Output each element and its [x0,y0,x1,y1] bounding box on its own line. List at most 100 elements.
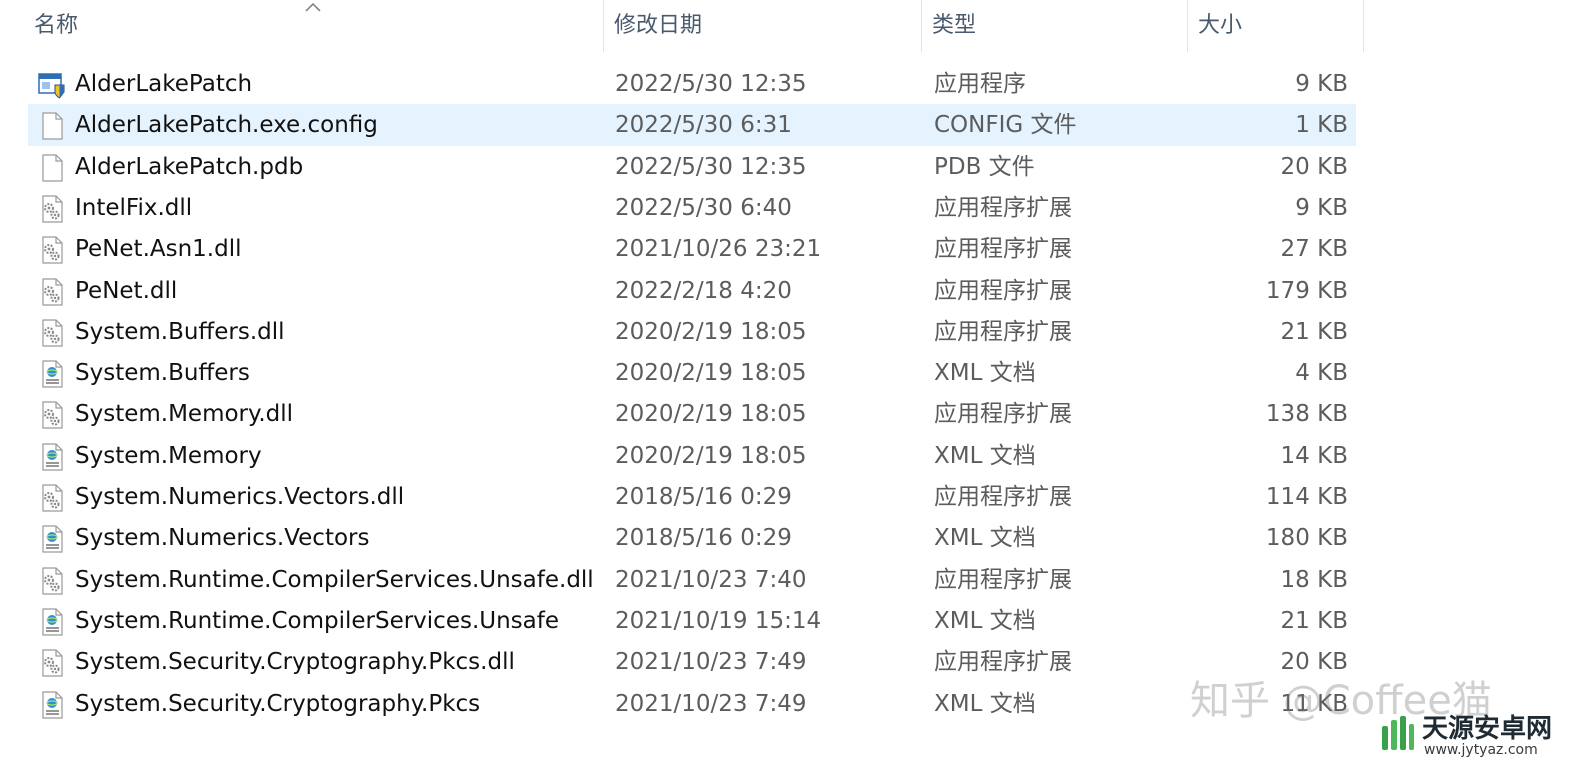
file-name: AlderLakePatch.pdb [75,153,304,180]
file-size: 9 KB [1295,194,1348,221]
file-modified-date: 2020/2/19 18:05 [615,360,807,387]
file-type: 应用程序 [934,71,1026,97]
file-row[interactable]: IntelFix.dll 2022/5/30 6:40 应用程序扩展 9 KB [28,187,1356,229]
file-name: System.Buffers.dll [75,318,285,345]
column-header-size-label: 大小 [1198,13,1243,38]
file-type: 应用程序扩展 [934,277,1072,304]
file-name: AlderLakePatch.exe.config [75,112,378,139]
file-size: 180 KB [1265,525,1348,552]
file-type: 应用程序扩展 [934,566,1072,593]
file-type: 应用程序扩展 [934,484,1072,510]
site-logo-icon [1382,716,1414,750]
file-name: System.Runtime.CompilerServices.Unsafe [75,607,560,634]
file-modified-date: 2018/5/16 0:29 [615,525,792,552]
file-type: 应用程序扩展 [934,194,1072,221]
file-name: System.Numerics.Vectors.dll [75,484,405,510]
file-row[interactable]: System.Buffers.dll 2020/2/19 18:05 应用程序扩展 2… [28,311,1356,353]
file-size: 27 KB [1280,236,1348,263]
file-size: 18 KB [1280,566,1348,593]
file-name: PeNet.Asn1.dll [75,236,242,263]
dll-file-icon [38,277,66,306]
file-row[interactable]: PeNet.Asn1.dll 2021/10/26 23:21 应用程序扩展 27 K… [28,228,1356,270]
file-modified-date: 2021/10/23 7:49 [615,649,807,676]
column-header-date-label: 修改日期 [614,13,703,38]
file-modified-date: 2021/10/19 15:14 [615,607,822,634]
file-type: 应用程序扩展 [934,318,1072,345]
file-type: XML 文档 [934,442,1036,469]
file-size: 179 KB [1265,277,1348,304]
file-modified-date: 2020/2/19 18:05 [615,442,807,469]
xml-document-icon [38,360,66,388]
file-row[interactable]: System.Numerics.Vectors.dll 2018/5/16 0:2… [28,476,1356,518]
dll-file-icon [38,566,66,595]
blank-file-icon [38,153,66,182]
file-name: System.Numerics.Vectors [75,525,370,552]
file-row[interactable]: System.Numerics.Vectors 2018/5/16 0:29 XML… [28,517,1356,559]
file-type: 应用程序扩展 [934,649,1072,676]
file-modified-date: 2021/10/23 7:49 [615,690,807,717]
file-type: 应用程序扩展 [934,401,1072,428]
file-size: 14 KB [1280,442,1348,469]
file-row[interactable]: System.Memory.dll 2020/2/19 18:05 应用程序扩展 13… [28,393,1356,435]
file-type: 应用程序扩展 [934,236,1072,263]
file-name: System.Memory [75,442,262,469]
site-watermark-name: 天源安卓网 [1422,714,1553,744]
xml-document-icon [38,443,66,471]
file-name: PeNet.dll [75,277,178,304]
file-row[interactable]: System.Runtime.CompilerServices.Unsafe 20… [28,600,1356,642]
file-size: 114 KB [1265,484,1348,510]
file-size: 9 KB [1295,71,1348,97]
file-modified-date: 2022/5/30 12:35 [615,153,807,180]
file-modified-date: 2021/10/26 23:21 [615,236,822,263]
column-header-type-label: 类型 [932,13,977,38]
blank-file-icon [38,112,66,140]
file-modified-date: 2022/5/30 12:35 [615,71,807,97]
file-size: 21 KB [1280,318,1348,345]
file-type: XML 文档 [934,690,1036,717]
file-modified-date: 2022/5/30 6:40 [615,194,792,221]
xml-document-icon [38,608,66,636]
column-header-date[interactable]: 修改日期 [604,0,922,52]
column-header-size[interactable]: 大小 [1188,0,1364,52]
file-row[interactable]: System.Security.Cryptography.Pkcs 2021/10… [28,683,1356,725]
dll-file-icon [38,195,66,223]
file-type: CONFIG 文件 [934,112,1077,139]
dll-file-icon [38,319,66,347]
file-row[interactable]: System.Security.Cryptography.Pkcs.dll 202… [28,641,1356,683]
file-modified-date: 2018/5/16 0:29 [615,484,792,510]
file-row[interactable]: System.Runtime.CompilerServices.Unsafe.d… [28,559,1356,601]
file-modified-date: 2020/2/19 18:05 [615,318,807,345]
file-modified-date: 2022/2/18 4:20 [615,277,792,304]
column-header-type[interactable]: 类型 [922,0,1188,52]
file-row[interactable]: System.Memory 2020/2/19 18:05 XML 文档 14 KB [28,435,1356,477]
file-row[interactable]: AlderLakePatch 2022/5/30 12:35 应用程序 9 KB [28,63,1356,105]
file-size: 1 KB [1295,112,1348,139]
file-name: System.Runtime.CompilerServices.Unsafe.d… [75,566,594,593]
file-size: 21 KB [1280,607,1348,634]
application-icon [38,71,66,99]
file-name: System.Buffers [75,360,250,387]
file-size: 4 KB [1295,360,1348,387]
file-modified-date: 2021/10/23 7:40 [615,566,807,593]
column-header-bar: 名称 修改日期 类型 大小 [0,0,1592,52]
file-row[interactable]: AlderLakePatch.pdb 2022/5/30 12:35 PDB 文件 2… [28,146,1356,188]
file-row[interactable]: PeNet.dll 2022/2/18 4:20 应用程序扩展 179 KB [28,270,1356,312]
file-name: AlderLakePatch [75,71,253,97]
file-size: 138 KB [1265,401,1348,428]
file-type: XML 文档 [934,607,1036,634]
file-name: System.Security.Cryptography.Pkcs.dll [75,649,515,676]
site-watermark-url: www.jytyaz.com [1424,742,1538,758]
file-name: System.Memory.dll [75,401,294,428]
file-modified-date: 2022/5/30 6:31 [615,112,792,139]
file-type: XML 文档 [934,525,1036,552]
sort-ascending-icon [305,2,321,12]
file-modified-date: 2020/2/19 18:05 [615,401,807,428]
file-row[interactable]: AlderLakePatch.exe.config 2022/5/30 6:31 C… [28,104,1356,147]
file-name: IntelFix.dll [75,194,193,221]
xml-document-icon [38,690,66,719]
file-type: XML 文档 [934,360,1036,387]
dll-file-icon [38,484,66,512]
file-row[interactable]: System.Buffers 2020/2/19 18:05 XML 文档 4 KB [28,352,1356,394]
dll-file-icon [38,401,66,429]
xml-document-icon [38,525,66,553]
